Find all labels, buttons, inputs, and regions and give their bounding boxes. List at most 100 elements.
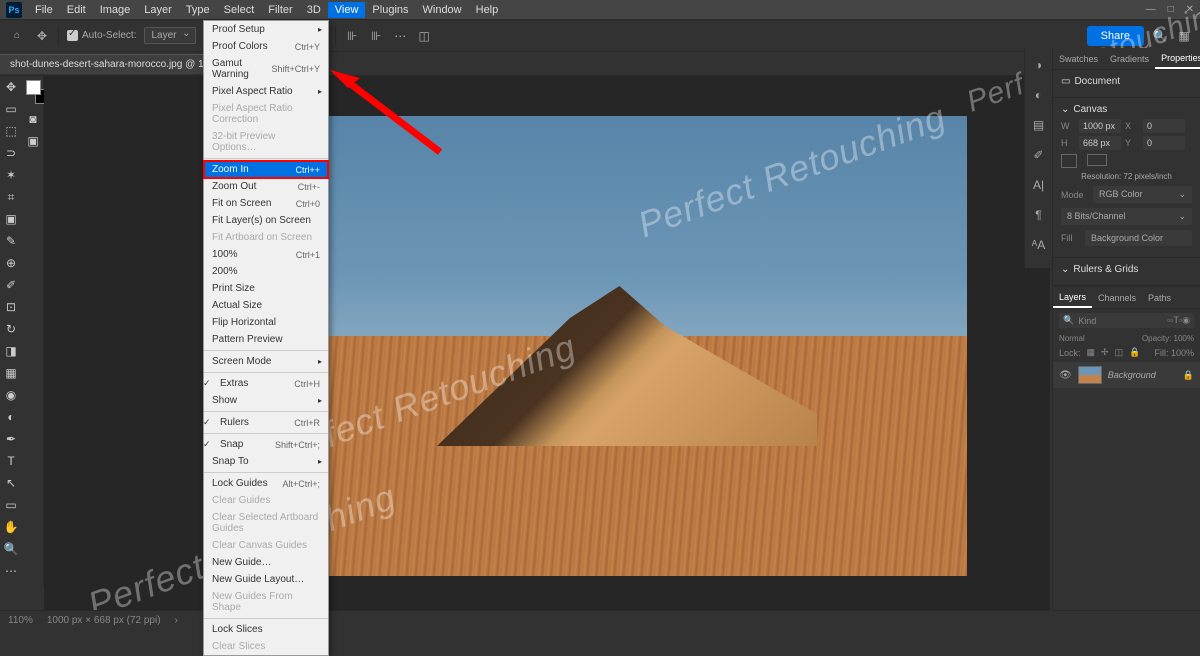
screen-mode-icon[interactable]: ▣	[22, 130, 44, 152]
move-tool[interactable]: ✥	[0, 76, 22, 98]
more-icon[interactable]: ⋯	[392, 28, 408, 44]
menu-plugins[interactable]: Plugins	[365, 2, 415, 18]
hand-tool[interactable]: ✋	[0, 516, 22, 538]
width-field[interactable]: 1000 px	[1079, 119, 1121, 133]
type-tool[interactable]: T	[0, 450, 22, 472]
quick-select-tool[interactable]: ✶	[0, 164, 22, 186]
adjustments-panel-icon[interactable]: ◐	[1035, 88, 1042, 102]
marquee-tool[interactable]: ⬚	[0, 120, 22, 142]
menu-item-snap-to[interactable]: Snap To	[204, 453, 328, 470]
x-field[interactable]: 0	[1143, 119, 1185, 133]
menu-window[interactable]: Window	[416, 2, 469, 18]
menu-edit[interactable]: Edit	[60, 2, 93, 18]
menu-item-new-guide-[interactable]: New Guide…	[204, 554, 328, 571]
layer-filter[interactable]: 🔍Kind▫▫T▫◉	[1059, 313, 1194, 328]
brush-tool[interactable]: ✐	[0, 274, 22, 296]
bit-depth-dropdown[interactable]: 8 Bits/Channel⌄	[1061, 208, 1192, 225]
menu-item-gamut-warning[interactable]: Gamut WarningShift+Ctrl+Y	[204, 55, 328, 83]
healing-tool[interactable]: ⊕	[0, 252, 22, 274]
menu-item-pixel-aspect-ratio[interactable]: Pixel Aspect Ratio	[204, 83, 328, 100]
visibility-icon[interactable]: 👁	[1059, 370, 1072, 381]
opacity-field[interactable]: 100%	[1174, 334, 1194, 343]
menu-file[interactable]: File	[28, 2, 60, 18]
layer-dropdown[interactable]: Layer	[144, 27, 195, 44]
menu-item-print-size[interactable]: Print Size	[204, 280, 328, 297]
tab-swatches[interactable]: Swatches	[1053, 50, 1104, 68]
menu-item-100-[interactable]: 100%Ctrl+1	[204, 246, 328, 263]
lasso-tool[interactable]: ⊃	[0, 142, 22, 164]
menu-item-rulers[interactable]: ✓RulersCtrl+R	[204, 414, 328, 431]
menu-item-screen-mode[interactable]: Screen Mode	[204, 353, 328, 370]
menu-type[interactable]: Type	[179, 2, 217, 18]
menu-item-pattern-preview[interactable]: Pattern Preview	[204, 331, 328, 348]
menu-item-flip-horizontal[interactable]: Flip Horizontal	[204, 314, 328, 331]
menu-view[interactable]: View	[328, 2, 366, 18]
menu-image[interactable]: Image	[93, 2, 138, 18]
zoom-tool[interactable]: 🔍	[0, 538, 22, 560]
distribute-icon[interactable]: ⊪	[368, 28, 384, 44]
height-field[interactable]: 668 px	[1079, 136, 1121, 150]
quick-mask-icon[interactable]: ◙	[22, 108, 44, 130]
menu-item-snap[interactable]: ✓SnapShift+Ctrl+;	[204, 436, 328, 453]
tab-channels[interactable]: Channels	[1092, 289, 1142, 307]
edit-toolbar[interactable]: ⋯	[0, 560, 22, 582]
home-icon[interactable]: ⌂	[8, 27, 26, 45]
blend-mode-dropdown[interactable]: Normal	[1059, 334, 1085, 343]
layer-item[interactable]: 👁 Background 🔒	[1053, 362, 1200, 388]
eraser-tool[interactable]: ◨	[0, 340, 22, 362]
menu-layer[interactable]: Layer	[137, 2, 179, 18]
y-field[interactable]: 0	[1143, 136, 1185, 150]
menu-item-extras[interactable]: ✓ExtrasCtrl+H	[204, 375, 328, 392]
fill-field[interactable]: 100%	[1171, 348, 1194, 358]
pen-tool[interactable]: ✒	[0, 428, 22, 450]
orientation-landscape-icon[interactable]	[1087, 154, 1107, 166]
color-panel-icon[interactable]: ◑	[1035, 58, 1042, 72]
gradient-tool[interactable]: ▦	[0, 362, 22, 384]
lock-icon[interactable]: 🔒	[1129, 347, 1140, 358]
lock-position-icon[interactable]: ✢	[1101, 347, 1109, 358]
menu-filter[interactable]: Filter	[261, 2, 299, 18]
color-mode-dropdown[interactable]: RGB Color⌄	[1093, 186, 1192, 203]
tab-properties[interactable]: Properties	[1155, 49, 1200, 69]
zoom-level[interactable]: 110%	[8, 615, 33, 626]
artboard-tool[interactable]: ▭	[0, 98, 22, 120]
menu-item-zoom-out[interactable]: Zoom OutCtrl+-	[204, 178, 328, 195]
menu-item-fit-on-screen[interactable]: Fit on ScreenCtrl+0	[204, 195, 328, 212]
history-brush-tool[interactable]: ↻	[0, 318, 22, 340]
dodge-tool[interactable]: ◐	[0, 406, 22, 428]
distribute-icon[interactable]: ⊪	[344, 28, 360, 44]
menu-item-show[interactable]: Show	[204, 392, 328, 409]
path-tool[interactable]: ↖	[0, 472, 22, 494]
menu-item-200-[interactable]: 200%	[204, 263, 328, 280]
menu-item-lock-guides[interactable]: Lock GuidesAlt+Ctrl+;	[204, 475, 328, 492]
brush-panel-icon[interactable]: ✐	[1033, 148, 1043, 162]
3d-mode-icon[interactable]: ◫	[416, 28, 432, 44]
stamp-tool[interactable]: ⊡	[0, 296, 22, 318]
eyedropper-tool[interactable]: ✎	[0, 230, 22, 252]
shape-tool[interactable]: ▭	[0, 494, 22, 516]
tab-layers[interactable]: Layers	[1053, 288, 1092, 308]
chevron-down-icon[interactable]: ⌄	[1061, 104, 1069, 115]
orientation-portrait-icon[interactable]	[1061, 154, 1077, 168]
frame-tool[interactable]: ▣	[0, 208, 22, 230]
glyphs-panel-icon[interactable]: ᴬA	[1032, 238, 1045, 252]
chevron-right-icon[interactable]: ›	[175, 615, 178, 626]
libraries-panel-icon[interactable]: ▤	[1033, 118, 1044, 132]
menu-item-actual-size[interactable]: Actual Size	[204, 297, 328, 314]
text-panel-icon[interactable]: A|	[1033, 178, 1044, 192]
blur-tool[interactable]: ◉	[0, 384, 22, 406]
auto-select-checkbox[interactable]: Auto-Select:	[67, 30, 136, 41]
tab-gradients[interactable]: Gradients	[1104, 50, 1155, 68]
paragraph-panel-icon[interactable]: ¶	[1035, 208, 1041, 222]
menu-item-proof-setup[interactable]: Proof Setup	[204, 21, 328, 38]
menu-help[interactable]: Help	[469, 2, 506, 18]
fill-dropdown[interactable]: Background Color	[1085, 230, 1192, 246]
crop-tool[interactable]: ⌗	[0, 186, 22, 208]
minimize-icon[interactable]: —	[1146, 4, 1156, 15]
menu-item-zoom-in[interactable]: Zoom InCtrl++	[204, 161, 328, 178]
tab-paths[interactable]: Paths	[1142, 289, 1177, 307]
menu-item-proof-colors[interactable]: Proof ColorsCtrl+Y	[204, 38, 328, 55]
menu-select[interactable]: Select	[217, 2, 262, 18]
chevron-down-icon[interactable]: ⌄	[1061, 264, 1069, 275]
lock-all-icon[interactable]: ▦	[1087, 347, 1096, 358]
